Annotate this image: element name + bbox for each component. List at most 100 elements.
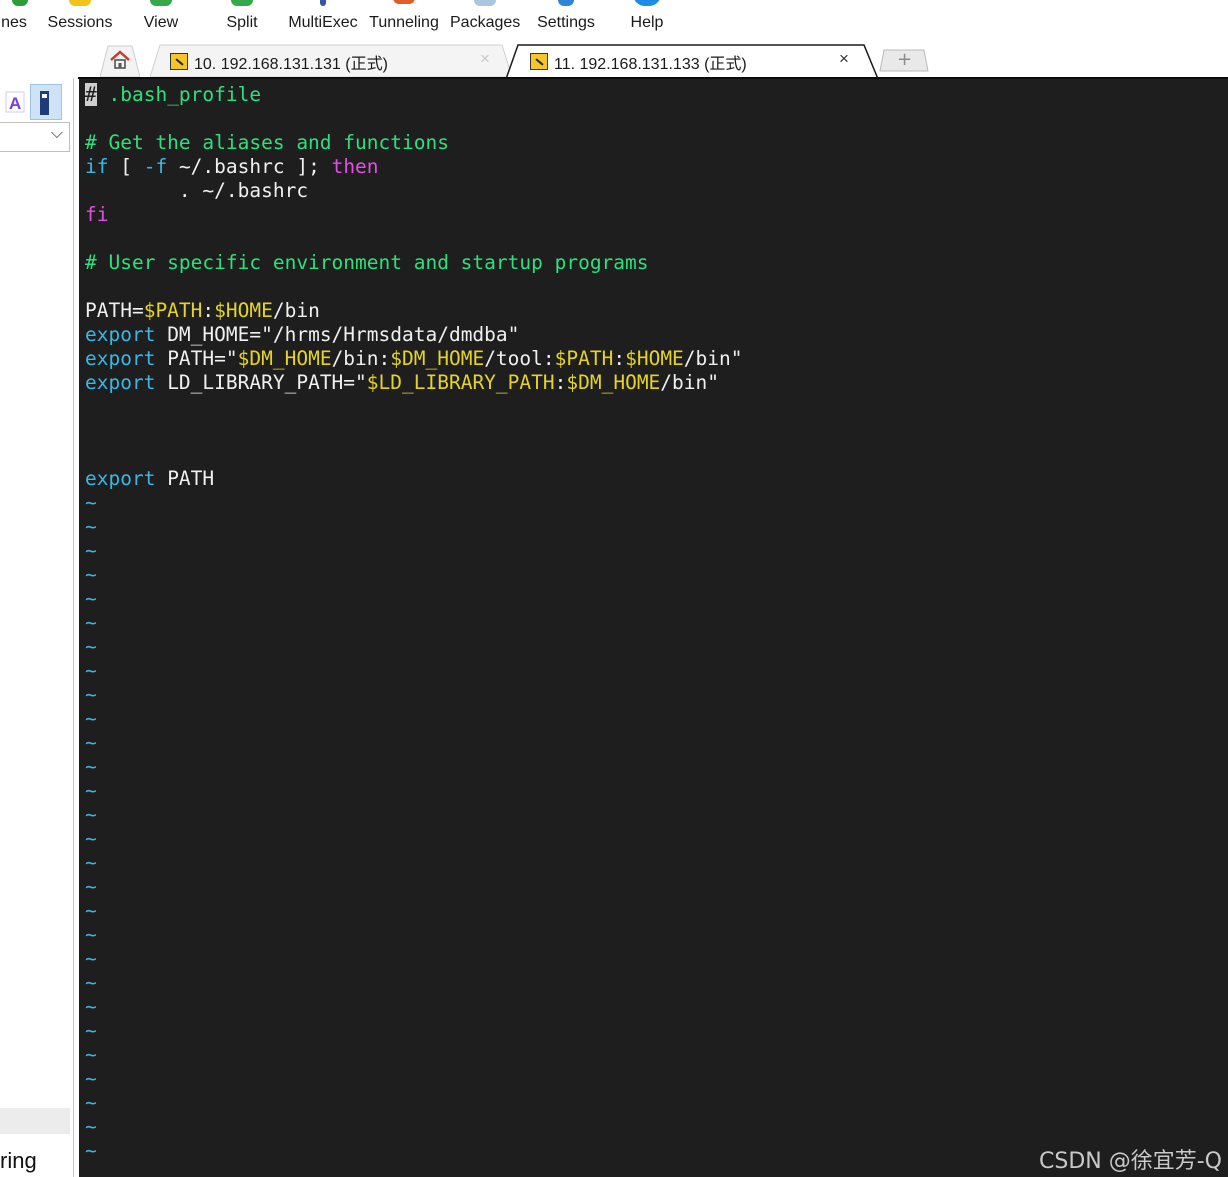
close-icon[interactable]: × <box>839 49 849 69</box>
empty-buffer-line: ~ <box>85 659 97 682</box>
empty-buffer-line: ~ <box>85 875 97 898</box>
new-tab-button[interactable]: + <box>878 48 930 72</box>
terminal-token: export <box>85 467 156 490</box>
terminal-token: /bin" <box>683 347 743 370</box>
toolbar-help[interactable]: Help <box>626 0 668 40</box>
terminal-text-area[interactable]: # .bash_profile # Get the aliases and fun… <box>85 83 743 1163</box>
chevron-down-icon: ⌵ <box>50 125 63 142</box>
terminal-token: : <box>202 299 215 322</box>
sidebar-divider[interactable] <box>73 40 74 1177</box>
terminal-token: : <box>613 347 626 370</box>
empty-buffer-line: ~ <box>85 1091 97 1114</box>
terminal-token: export <box>85 323 156 346</box>
sidebar-toggle-button[interactable] <box>30 84 62 120</box>
terminal-token: $DM_HOME <box>237 347 332 370</box>
empty-buffer-line: ~ <box>85 995 97 1018</box>
plus-icon: + <box>897 49 913 70</box>
terminal-token: : <box>554 371 567 394</box>
terminal-line: export PATH="$DM_HOME/bin:$DM_HOME/tool:… <box>85 347 743 371</box>
terminal-token: LD_LIBRARY_PATH=" <box>155 371 367 394</box>
font-style-button[interactable]: A <box>4 88 26 116</box>
terminal-token: fi <box>85 203 109 226</box>
empty-buffer-line: ~ <box>85 803 97 826</box>
toolbar-settings[interactable]: Settings <box>534 0 598 40</box>
terminal-token: $DM_HOME <box>390 347 485 370</box>
terminal-token: . ~/.bashrc <box>85 179 309 202</box>
empty-buffer-line: ~ <box>85 683 97 706</box>
terminal-line: # User specific environment and startup … <box>85 251 743 275</box>
terminal-token: ~/.bashrc ]; <box>167 155 332 178</box>
menu-toolbar: nes Sessions View Split MultiExec Tunnel… <box>0 0 1228 40</box>
star-icon <box>69 0 91 6</box>
terminal-line: export PATH <box>85 467 743 491</box>
terminal-token: $HOME <box>625 347 684 370</box>
terminal-token: .bash_profile <box>96 83 262 106</box>
sessions-partial-icon <box>12 0 28 6</box>
home-icon <box>110 50 130 69</box>
close-icon[interactable]: × <box>480 49 490 69</box>
terminal-token: DM_HOME="/hrms/Hrmsdata/dmdba" <box>155 323 520 346</box>
split-icon <box>231 0 253 6</box>
terminal-cursor: # <box>85 83 97 106</box>
toolbar-sessions[interactable]: Sessions <box>46 0 114 40</box>
terminal-line: export DM_HOME="/hrms/Hrmsdata/dmdba" <box>85 323 743 347</box>
terminal-line: fi <box>85 203 743 227</box>
empty-buffer-line: ~ <box>85 755 97 778</box>
gear-icon <box>558 0 574 6</box>
empty-buffer-line: ~ <box>85 947 97 970</box>
empty-buffer-line: ~ <box>85 851 97 874</box>
empty-buffer-line: ~ <box>85 731 97 754</box>
terminal-token: then <box>331 155 379 178</box>
empty-buffer-line: ~ <box>85 611 97 634</box>
terminal-token: # Get the aliases and functions <box>85 131 449 154</box>
terminal-line: # .bash_profile <box>85 83 743 107</box>
tunneling-icon <box>393 0 415 4</box>
terminal-token: PATH=" <box>155 347 238 370</box>
terminal-line: # Get the aliases and functions <box>85 131 743 155</box>
terminal-token: PATH= <box>85 299 144 322</box>
terminal-pane[interactable]: # .bash_profile # Get the aliases and fun… <box>79 79 1228 1177</box>
sidebar-bottom-bar <box>0 1108 70 1134</box>
svg-text:A: A <box>9 94 21 113</box>
home-tab[interactable] <box>100 44 140 78</box>
empty-buffer-line: ~ <box>85 971 97 994</box>
terminal-token: $HOME <box>214 299 273 322</box>
terminal-token: [ <box>108 155 144 178</box>
terminal-token: # User specific environment and startup … <box>85 251 649 274</box>
empty-buffer-line: ~ <box>85 1067 97 1090</box>
view-icon <box>150 0 172 6</box>
empty-buffer-line: ~ <box>85 587 97 610</box>
terminal-token: if <box>85 155 109 178</box>
toolbar-sessions-partial[interactable]: nes <box>0 0 34 40</box>
toolbar-view[interactable]: View <box>140 0 182 40</box>
tab-session-10[interactable]: 10. 192.168.131.131 (正式) × <box>150 44 512 78</box>
font-icon: A <box>5 91 25 113</box>
tab-session-11[interactable]: 11. 192.168.131.133 (正式) × <box>506 44 878 79</box>
terminal-token: $LD_LIBRARY_PATH <box>366 371 555 394</box>
terminal-token: $PATH <box>143 299 203 322</box>
toolbar-packages[interactable]: Packages <box>450 0 520 40</box>
help-icon <box>633 0 661 6</box>
terminal-token: /bin <box>272 299 320 322</box>
toolbar-multiexec[interactable]: MultiExec <box>288 0 358 40</box>
empty-buffer-line: ~ <box>85 539 97 562</box>
empty-buffer-line: ~ <box>85 923 97 946</box>
toolbar-tunneling[interactable]: Tunneling <box>366 0 442 40</box>
empty-buffer-line: ~ <box>85 563 97 586</box>
empty-buffer-line: ~ <box>85 635 97 658</box>
session-tool-icon <box>530 53 548 70</box>
terminal-token: export <box>85 371 156 394</box>
sidebar-dropdown[interactable]: ⌵ <box>0 122 70 152</box>
terminal-token: -f <box>143 155 168 178</box>
sidebar <box>0 40 78 1177</box>
empty-buffer-line: ~ <box>85 899 97 922</box>
empty-buffer-line: ~ <box>85 515 97 538</box>
toolbar-split[interactable]: Split <box>222 0 262 40</box>
packages-icon <box>474 0 496 6</box>
terminal-line: export LD_LIBRARY_PATH="$LD_LIBRARY_PATH… <box>85 371 743 395</box>
terminal-token: PATH <box>155 467 215 490</box>
terminal-token: /bin: <box>331 347 391 370</box>
empty-buffer-line: ~ <box>85 1019 97 1042</box>
